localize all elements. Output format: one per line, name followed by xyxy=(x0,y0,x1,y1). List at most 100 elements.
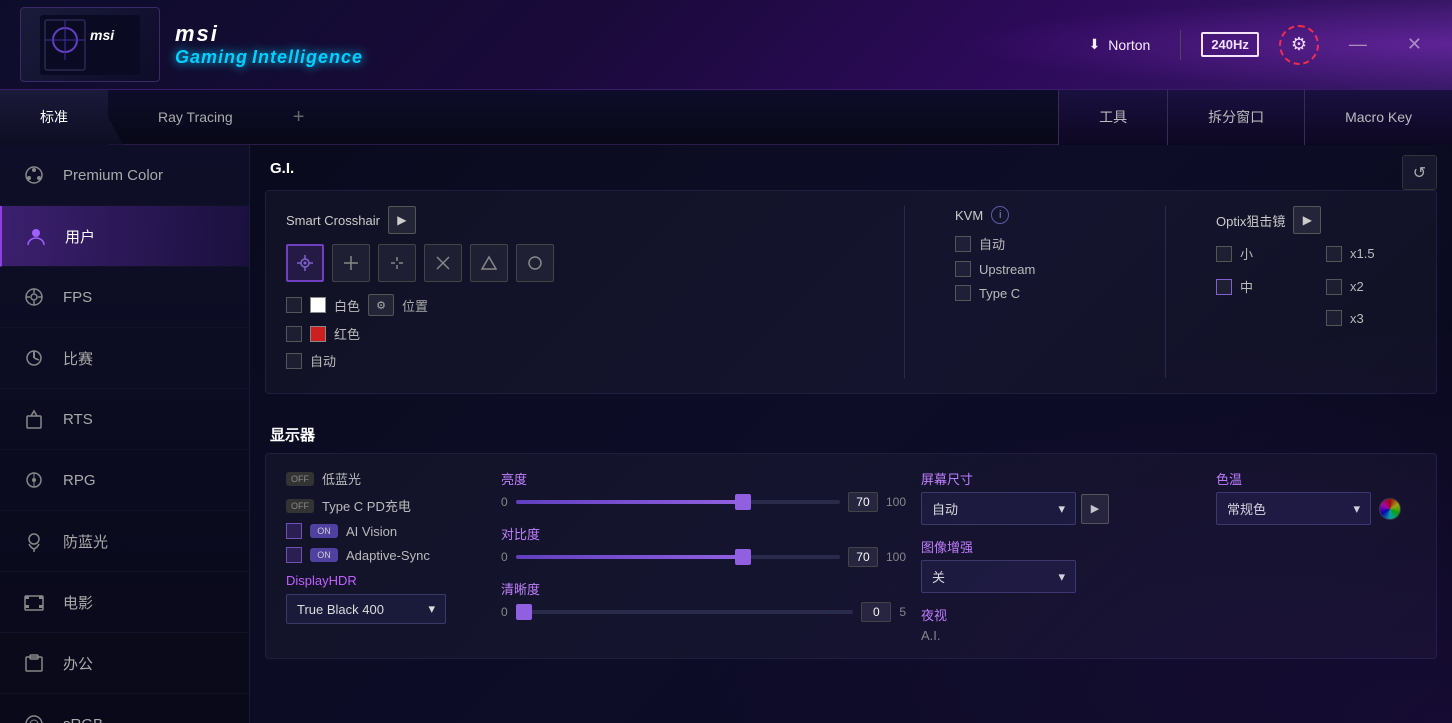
screen-size-value: 自动 xyxy=(932,499,958,518)
white-label: 白色 xyxy=(334,296,360,315)
optix-play-btn[interactable]: ▶ xyxy=(1293,206,1321,234)
kvm-typec-check[interactable] xyxy=(955,285,971,301)
crosshair-color-red-check[interactable] xyxy=(286,326,302,342)
kvm-col: KVM i 自动 Upstream T xyxy=(955,206,1115,309)
optix-x15-check[interactable] xyxy=(1326,246,1342,262)
ai-text: A.I. xyxy=(921,628,1201,643)
crosshair-triangle[interactable] xyxy=(470,244,508,282)
display-panel: OFF 低蓝光 OFF Type C PD充电 ON AI Vision xyxy=(265,453,1437,659)
gi-divider-2 xyxy=(1165,206,1166,378)
display-section-title: 显示器 xyxy=(250,409,1452,453)
norton-button[interactable]: ⬇ Norton xyxy=(1079,31,1161,58)
kvm-auto-row: 自动 xyxy=(955,234,1115,253)
sidebar-item-blue-light[interactable]: 防蓝光 xyxy=(0,511,249,572)
color-temp-arrow: ▾ xyxy=(1353,501,1360,517)
srgb-label: sRGB xyxy=(63,716,103,723)
image-enhance-arrow: ▾ xyxy=(1058,569,1065,585)
sidebar-item-user[interactable]: 用户 xyxy=(0,206,249,267)
crosshair-x[interactable] xyxy=(424,244,462,282)
optix-x3-check[interactable] xyxy=(1326,310,1342,326)
close-button[interactable]: ✕ xyxy=(1397,29,1432,60)
true-black-select[interactable]: True Black 400 ▾ xyxy=(286,594,446,624)
logo-box: msi xyxy=(20,7,160,82)
optix-grid: 小 x1.5 中 x2 xyxy=(1216,244,1416,334)
sharpness-label: 清晰度 xyxy=(501,579,906,598)
smart-crosshair-play[interactable]: ▶ xyxy=(388,206,416,234)
kvm-info-icon[interactable]: i xyxy=(991,206,1009,224)
brightness-slider-row: 0 70 100 xyxy=(501,492,906,512)
tab-standard[interactable]: 标准 xyxy=(0,90,108,145)
tab-add-button[interactable]: + xyxy=(273,106,325,129)
sidebar: Premium Color 用户 FPS 比赛 RTS xyxy=(0,145,250,723)
optix-x15-row: x1.5 xyxy=(1326,244,1416,263)
tab-ray-tracing[interactable]: Ray Tracing xyxy=(118,90,273,145)
crosshair-cross[interactable] xyxy=(332,244,370,282)
sidebar-item-rts[interactable]: RTS xyxy=(0,389,249,450)
ai-vision-label: AI Vision xyxy=(346,524,397,539)
adaptive-sync-toggle[interactable]: ON xyxy=(310,548,338,562)
tab-split-window[interactable]: 拆分窗口 xyxy=(1167,90,1304,145)
sidebar-item-rpg[interactable]: RPG xyxy=(0,450,249,511)
color-wheel-button[interactable] xyxy=(1379,498,1401,520)
office-icon xyxy=(20,649,48,677)
crosshair-auto-check[interactable] xyxy=(286,353,302,369)
tab-tools[interactable]: 工具 xyxy=(1058,90,1167,145)
kvm-upstream-check[interactable] xyxy=(955,261,971,277)
color-temp-select[interactable]: 常规色 ▾ xyxy=(1216,492,1371,525)
kvm-auto-label: 自动 xyxy=(979,234,1005,253)
content: ↺ G.I. Smart Crosshair ▶ xyxy=(250,145,1452,723)
sidebar-item-movie[interactable]: 电影 xyxy=(0,572,249,633)
sidebar-item-fps[interactable]: FPS xyxy=(0,267,249,328)
optix-x2-check[interactable] xyxy=(1326,279,1342,295)
contrast-slider-row: 0 70 100 xyxy=(501,547,906,567)
optix-small-check[interactable] xyxy=(1216,246,1232,262)
sidebar-item-premium-color[interactable]: Premium Color xyxy=(0,145,249,206)
fps-icon xyxy=(20,283,48,311)
optix-x2-row: x2 xyxy=(1326,277,1416,296)
tab-ray-tracing-label: Ray Tracing xyxy=(158,109,233,125)
sharpness-slider[interactable] xyxy=(516,610,854,614)
minimize-button[interactable]: — xyxy=(1339,29,1377,60)
crosshair-expand[interactable] xyxy=(378,244,416,282)
smart-crosshair-col: Smart Crosshair ▶ xyxy=(286,206,854,378)
ai-vision-check[interactable] xyxy=(286,523,302,539)
contrast-group: 对比度 0 70 100 xyxy=(501,524,906,567)
settings-button[interactable]: ⚙ xyxy=(1279,25,1319,65)
refresh-button[interactable]: ↺ xyxy=(1402,155,1437,190)
auto-label: 自动 xyxy=(310,351,336,370)
image-enhance-select[interactable]: 关 ▾ xyxy=(921,560,1076,593)
crosshair-color-white-check[interactable] xyxy=(286,297,302,313)
info-letter: i xyxy=(999,209,1001,221)
crosshair-circle[interactable] xyxy=(516,244,554,282)
screen-size-select[interactable]: 自动 ▾ xyxy=(921,492,1076,525)
sidebar-item-srgb[interactable]: sRGB xyxy=(0,694,249,723)
brightness-slider[interactable] xyxy=(516,500,840,504)
crosshair-settings-btn[interactable]: ⚙ xyxy=(368,294,394,316)
rts-label: RTS xyxy=(63,411,93,428)
contrast-slider[interactable] xyxy=(516,555,840,559)
main-layout: Premium Color 用户 FPS 比赛 RTS xyxy=(0,145,1452,723)
plus-icon: + xyxy=(293,106,305,128)
tab-macro-key[interactable]: Macro Key xyxy=(1304,90,1452,145)
gear-icon: ⚙ xyxy=(1291,34,1307,55)
race-icon xyxy=(20,344,48,372)
sidebar-item-office[interactable]: 办公 xyxy=(0,633,249,694)
hz-badge: 240Hz xyxy=(1201,32,1259,57)
screen-size-play[interactable]: ▶ xyxy=(1081,494,1109,524)
red-color-swatch[interactable] xyxy=(310,326,326,342)
srgb-icon xyxy=(20,710,48,723)
low-blue-toggle[interactable]: OFF xyxy=(286,472,314,486)
adaptive-sync-check[interactable] xyxy=(286,547,302,563)
blue-light-label: 防蓝光 xyxy=(63,531,108,552)
low-blue-row: OFF 低蓝光 xyxy=(286,469,486,488)
kvm-auto-check[interactable] xyxy=(955,236,971,252)
optix-medium-check[interactable] xyxy=(1216,279,1232,295)
sharpness-max: 5 xyxy=(899,605,906,619)
sidebar-item-race[interactable]: 比赛 xyxy=(0,328,249,389)
ai-vision-toggle[interactable]: ON xyxy=(310,524,338,538)
typec-pd-toggle[interactable]: OFF xyxy=(286,499,314,513)
crosshair-dot[interactable] xyxy=(286,244,324,282)
kvm-typec-row: Type C xyxy=(955,285,1115,301)
office-label: 办公 xyxy=(63,653,93,674)
white-color-swatch[interactable] xyxy=(310,297,326,313)
